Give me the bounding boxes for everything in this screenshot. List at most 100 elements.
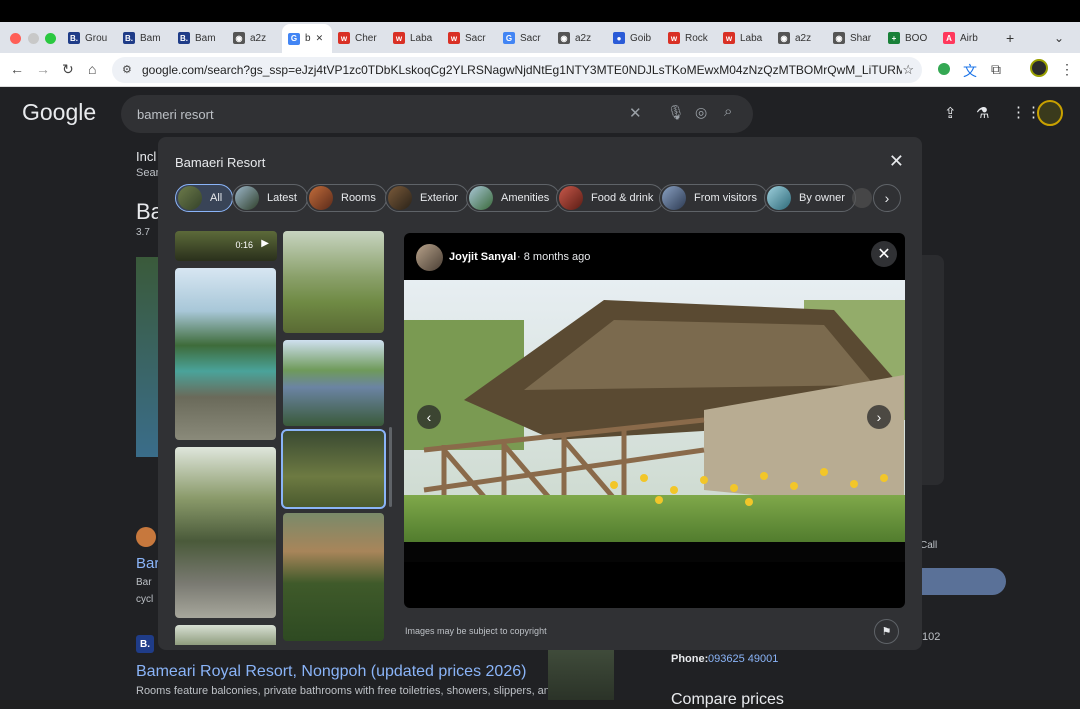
- photo-gallery[interactable]: 0:16 ▶: [175, 231, 387, 645]
- browser-tab[interactable]: A Airb: [937, 26, 990, 50]
- tab-title: Bam: [140, 32, 161, 44]
- gallery-photo-tile[interactable]: [175, 447, 276, 618]
- chip-thumbnail: [559, 186, 583, 210]
- dialog-title: Bamaeri Resort: [175, 155, 266, 170]
- browser-tab[interactable]: Gb ✕: [282, 24, 332, 53]
- browser-tab[interactable]: ᴡ Laba: [717, 26, 770, 50]
- new-tab-button[interactable]: +: [1000, 26, 1020, 50]
- gallery-photo-tile-selected[interactable]: [281, 429, 386, 509]
- translate-icon[interactable]: 文: [963, 61, 977, 81]
- chips-next-chevron-icon[interactable]: ›: [873, 184, 901, 212]
- profile-avatar[interactable]: [1030, 59, 1048, 77]
- site-settings-icon[interactable]: ⚙: [122, 63, 132, 76]
- result-title-link[interactable]: Bameari Royal Resort, Nongpoh (updated p…: [136, 663, 526, 681]
- browser-tab[interactable]: ● Goib: [607, 26, 660, 50]
- report-flag-icon[interactable]: ⚑: [874, 619, 899, 644]
- search-query[interactable]: bameri resort: [137, 107, 214, 122]
- close-viewer-icon[interactable]: ✕: [871, 241, 897, 267]
- clear-search-icon[interactable]: ✕: [629, 104, 642, 122]
- site-icon: ᴡ: [448, 32, 460, 44]
- extension-green-icon[interactable]: [938, 63, 950, 75]
- forward-arrow-icon[interactable]: →: [36, 61, 50, 77]
- browser-tab[interactable]: B. Bam: [117, 26, 170, 50]
- lens-camera-icon[interactable]: ◎: [695, 104, 707, 121]
- site-icon: ᴡ: [723, 32, 735, 44]
- menu-kebab-icon[interactable]: ⋮: [1060, 61, 1074, 78]
- previous-photo-chevron-icon[interactable]: ‹: [417, 405, 441, 429]
- browser-tab-strip: B. Grou B. Bam B. Bam ◉ a2z Gb ✕ ᴡ Cher ᴡ Laba ᴡ Sacr G S…: [0, 22, 1080, 53]
- chip-exterior[interactable]: Exterior: [385, 184, 469, 212]
- browser-tab[interactable]: B. Bam: [172, 26, 225, 50]
- gallery-photo-tile[interactable]: [283, 513, 384, 641]
- chip-label: Latest: [267, 192, 297, 204]
- labs-flask-icon[interactable]: ⚗: [976, 104, 989, 122]
- browser-tab[interactable]: ◉ a2z: [227, 26, 280, 50]
- tab-title: Cher: [355, 32, 377, 44]
- reload-icon[interactable]: ↻: [62, 61, 74, 78]
- tab-title: Sacr: [520, 32, 541, 44]
- browser-tab[interactable]: ◉ a2z: [552, 26, 605, 50]
- chip-by-owner[interactable]: By owner: [764, 184, 856, 212]
- browser-tab[interactable]: ᴡ Sacr: [442, 26, 495, 50]
- account-avatar[interactable]: [1037, 100, 1063, 126]
- globe-icon: ◉: [778, 32, 790, 44]
- chip-label: All: [210, 192, 223, 204]
- chip-rooms[interactable]: Rooms: [306, 184, 387, 212]
- browser-tab[interactable]: B. Grou: [62, 26, 115, 50]
- bookmark-star-icon[interactable]: ☆: [902, 62, 914, 78]
- gallery-scrollbar[interactable]: [389, 427, 392, 507]
- share-icon[interactable]: ⇪: [944, 104, 957, 122]
- chip-food-drink[interactable]: Food & drink: [556, 184, 665, 212]
- bg-phone-fragment: 102: [922, 631, 941, 643]
- tab-title: Grou: [85, 32, 108, 44]
- back-arrow-icon[interactable]: ←: [10, 61, 24, 77]
- gallery-photo-tile[interactable]: [283, 340, 384, 426]
- browser-tab[interactable]: ᴡ Cher: [332, 26, 385, 50]
- tab-title: a2z: [250, 32, 267, 44]
- tab-title: Rock: [685, 32, 708, 44]
- author-avatar[interactable]: [416, 244, 443, 271]
- close-tab-icon[interactable]: ✕: [316, 33, 324, 44]
- microphone-icon[interactable]: 🎙: [667, 104, 685, 121]
- close-window-button[interactable]: [10, 33, 21, 44]
- chip-all[interactable]: All: [175, 184, 234, 212]
- close-dialog-icon[interactable]: ✕: [889, 151, 904, 172]
- airbnb-icon: A: [943, 32, 955, 44]
- minimize-window-button[interactable]: [28, 33, 39, 44]
- browser-tab[interactable]: ◉ a2z: [772, 26, 825, 50]
- gallery-photo-tile[interactable]: [175, 268, 276, 440]
- bg-snippet: cycl: [136, 594, 154, 605]
- author-name[interactable]: Joyjit Sanyal: [449, 251, 516, 263]
- gallery-video-tile[interactable]: 0:16 ▶: [175, 231, 277, 261]
- main-photo[interactable]: [404, 280, 905, 562]
- site-icon: ᴡ: [393, 32, 405, 44]
- video-duration: 0:16: [235, 240, 253, 250]
- next-photo-chevron-icon[interactable]: ›: [867, 405, 891, 429]
- search-box[interactable]: bameri resort ✕ 🎙 ◎ ⌕: [121, 95, 753, 133]
- tab-title: a2z: [575, 32, 592, 44]
- gallery-photo-tile[interactable]: [175, 625, 276, 645]
- tab-title: Airb: [960, 32, 978, 44]
- extensions-puzzle-icon[interactable]: ⧉: [991, 61, 1001, 78]
- tab-list-chevron-icon[interactable]: ⌄: [1048, 26, 1070, 50]
- browser-tab[interactable]: G Sacr: [497, 26, 550, 50]
- search-icon[interactable]: ⌕: [724, 103, 732, 120]
- maximize-window-button[interactable]: [45, 33, 56, 44]
- browser-tab[interactable]: + BOO: [882, 26, 935, 50]
- chip-amenities[interactable]: Amenities: [466, 184, 561, 212]
- home-icon[interactable]: ⌂: [88, 61, 96, 77]
- browser-toolbar: ← → ↻ ⌂ ⚙ google.com/search?gs_ssp=eJzj4…: [0, 53, 1080, 87]
- url-text[interactable]: google.com/search?gs_ssp=eJzj4tVP1zc0TDb…: [142, 63, 902, 77]
- browser-tab[interactable]: ᴡ Rock: [662, 26, 715, 50]
- chip-from-visitors[interactable]: From visitors: [659, 184, 768, 212]
- browser-tab[interactable]: ᴡ Laba: [387, 26, 440, 50]
- result-thumbnail[interactable]: [548, 650, 614, 700]
- address-bar[interactable]: ⚙ google.com/search?gs_ssp=eJzj4tVP1zc0T…: [112, 57, 922, 83]
- browser-tab[interactable]: ◉ Shar: [827, 26, 880, 50]
- phone-number-link[interactable]: 093625 49001: [708, 653, 778, 665]
- google-logo[interactable]: Google: [22, 99, 96, 126]
- chip-latest[interactable]: Latest: [232, 184, 308, 212]
- result-description: Rooms feature balconies, private bathroo…: [136, 685, 557, 697]
- gallery-photo-tile[interactable]: [283, 231, 384, 333]
- chip-thumbnail: [235, 186, 259, 210]
